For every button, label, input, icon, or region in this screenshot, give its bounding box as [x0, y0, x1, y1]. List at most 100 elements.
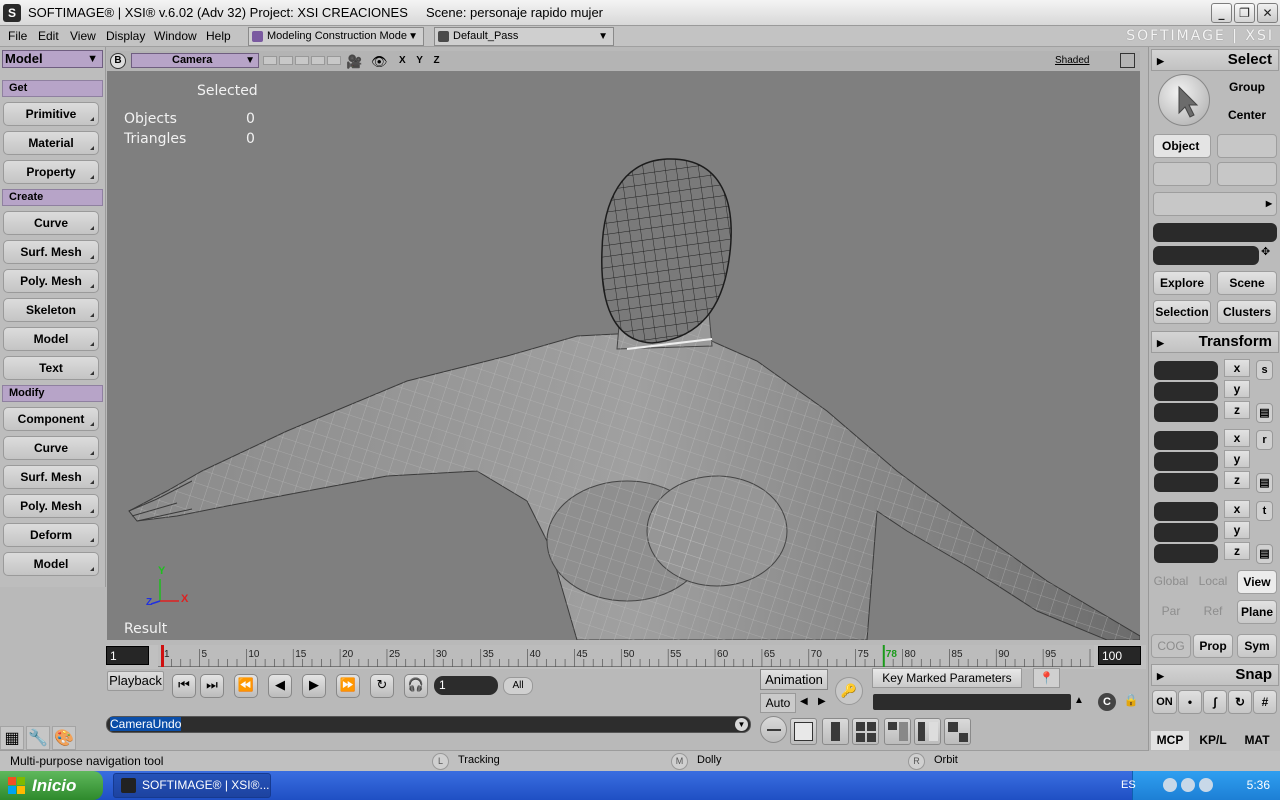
all-frames-button[interactable]: All — [503, 677, 533, 695]
eye-icon[interactable]: 👁 — [371, 54, 388, 70]
modify-curve-button[interactable]: Curve — [3, 436, 99, 460]
view-bookmark-slot[interactable] — [263, 56, 277, 65]
sym-button[interactable]: Sym — [1237, 634, 1277, 658]
skeleton-button[interactable]: Skeleton — [3, 298, 99, 322]
selection-name-field[interactable] — [1153, 223, 1277, 242]
rotate-lock-icon[interactable]: ▤ — [1256, 473, 1273, 493]
rotate-x-field[interactable] — [1154, 431, 1218, 450]
timeline-current-marker[interactable] — [882, 645, 885, 667]
translate-z-field[interactable] — [1154, 544, 1218, 563]
tab-mat[interactable]: MAT — [1238, 731, 1276, 750]
menu-file[interactable]: File — [8, 29, 27, 43]
create-model-button[interactable]: Model — [3, 327, 99, 351]
language-indicator[interactable]: ES — [1121, 779, 1136, 791]
3d-viewport[interactable]: Selected Objects 0 Triangles 0 Y X Z Res… — [107, 71, 1140, 640]
playback-menu-button[interactable]: Playback — [107, 671, 164, 691]
view-bookmark-slot[interactable] — [311, 56, 325, 65]
scale-lock-icon[interactable]: ▤ — [1256, 403, 1273, 423]
view-bookmark-slot[interactable] — [279, 56, 293, 65]
scale-z-field[interactable] — [1154, 403, 1218, 422]
plane-button[interactable]: Plane — [1237, 600, 1277, 624]
filter-slot[interactable] — [1217, 134, 1277, 158]
render-palette-icon[interactable]: 🎨 — [52, 726, 76, 750]
tab-kpl[interactable]: KP/L — [1194, 731, 1232, 750]
view-bookmark-slot[interactable] — [295, 56, 309, 65]
marking-icon[interactable]: 📍 — [1033, 668, 1060, 688]
viewport-letter-button[interactable]: B — [110, 53, 126, 69]
tab-mcp[interactable]: MCP — [1151, 731, 1189, 750]
filter-slot[interactable] — [1217, 162, 1277, 186]
center-button[interactable]: Center — [1217, 104, 1277, 128]
layout-vertical-split-icon[interactable] — [822, 718, 849, 745]
rotate-y-button[interactable]: y — [1224, 450, 1250, 468]
tray-app-icon[interactable] — [1163, 778, 1177, 792]
view-bookmark-slot[interactable] — [327, 56, 341, 65]
scale-x-field[interactable] — [1154, 361, 1218, 380]
translate-lock-icon[interactable]: ▤ — [1256, 544, 1273, 564]
tools-icon[interactable]: 🔧 — [26, 726, 50, 750]
select-panel-header[interactable]: Select — [1151, 49, 1279, 71]
layout-explorer-icon[interactable] — [884, 718, 911, 745]
auto-key-button[interactable]: Auto — [760, 693, 796, 713]
par-button[interactable]: Par — [1151, 600, 1191, 624]
current-frame-field[interactable]: 1 — [434, 676, 498, 695]
scene-explorer-icon[interactable]: ▦ — [0, 726, 24, 750]
create-poly-mesh-button[interactable]: Poly. Mesh — [3, 269, 99, 293]
filter-slot[interactable] — [1153, 162, 1211, 186]
snap-curve-icon[interactable]: ∫ — [1203, 690, 1227, 714]
softimage-app-icon[interactable]: S — [3, 4, 21, 22]
maximize-viewport-icon[interactable] — [1120, 53, 1135, 68]
component-button[interactable]: Component — [3, 407, 99, 431]
timeline-ruler[interactable]: 1 5 10 15 20 25 30 35 40 45 50 55 60 65 70 75 80 85 90 95 78 — [158, 645, 1094, 667]
property-button[interactable]: Property — [3, 160, 99, 184]
snap-point-icon[interactable]: • — [1178, 690, 1202, 714]
go-to-end-icon[interactable]: ⏩ — [336, 674, 360, 698]
play-backward-icon[interactable]: ◀ — [268, 674, 292, 698]
key-marked-parameters-button[interactable]: Key Marked Parameters — [872, 668, 1022, 688]
layout-single-icon[interactable] — [790, 718, 817, 745]
modify-model-button[interactable]: Model — [3, 552, 99, 576]
script-editor-icon[interactable] — [760, 716, 787, 743]
view-button[interactable]: View — [1237, 570, 1277, 594]
layout-quad-icon[interactable] — [852, 718, 879, 745]
next-key-icon[interactable]: ▶ — [818, 696, 826, 707]
arrows-icon[interactable]: ✥ — [1261, 245, 1270, 258]
start-button[interactable]: Inicio — [0, 771, 103, 800]
selection-info-field[interactable] — [1153, 246, 1259, 265]
prev-key-icon[interactable]: ◀ — [800, 696, 808, 707]
menu-help[interactable]: Help — [206, 29, 231, 43]
explore-button[interactable]: Explore — [1153, 271, 1211, 295]
translate-y-button[interactable]: y — [1224, 521, 1250, 539]
timeline-end-field[interactable]: 100 — [1098, 646, 1141, 665]
clusters-button[interactable]: Clusters — [1217, 300, 1277, 324]
scene-button[interactable]: Scene — [1217, 271, 1277, 295]
close-button[interactable]: ✕ — [1257, 3, 1278, 23]
select-tool-icon[interactable] — [1158, 74, 1210, 126]
create-surf-mesh-button[interactable]: Surf. Mesh — [3, 240, 99, 264]
loop-icon[interactable]: ↻ — [370, 674, 394, 698]
layout-two-column-icon[interactable] — [914, 718, 941, 745]
maximize-button[interactable]: ❐ — [1234, 3, 1255, 23]
menu-window[interactable]: Window — [154, 29, 197, 43]
scale-y-button[interactable]: y — [1224, 380, 1250, 398]
pass-select[interactable]: Default_Pass ▼ — [434, 27, 614, 46]
rotate-tool-button[interactable]: r — [1256, 430, 1273, 450]
ref-button[interactable]: Ref — [1193, 600, 1233, 624]
go-to-start-icon[interactable]: ⏪ — [234, 674, 258, 698]
display-mode-select[interactable]: Shaded — [1055, 55, 1089, 66]
lock-icon[interactable]: 🔒 — [1122, 693, 1140, 711]
local-button[interactable]: Local — [1193, 570, 1233, 594]
character-mesh[interactable] — [107, 71, 1140, 640]
rotate-z-button[interactable]: z — [1224, 471, 1250, 489]
animation-menu-button[interactable]: Animation — [760, 669, 828, 690]
translate-tool-button[interactable]: t — [1256, 501, 1273, 521]
create-curve-button[interactable]: Curve — [3, 211, 99, 235]
first-frame-icon[interactable]: ⏮ — [172, 674, 196, 698]
snap-grid-icon[interactable]: # — [1253, 690, 1277, 714]
filter-dropdown[interactable]: ▶ — [1153, 192, 1277, 216]
scale-x-button[interactable]: x — [1224, 359, 1250, 377]
material-button[interactable]: Material — [3, 131, 99, 155]
translate-y-field[interactable] — [1154, 523, 1218, 542]
scale-z-button[interactable]: z — [1224, 401, 1250, 419]
transform-panel-header[interactable]: Transform — [1151, 331, 1279, 353]
